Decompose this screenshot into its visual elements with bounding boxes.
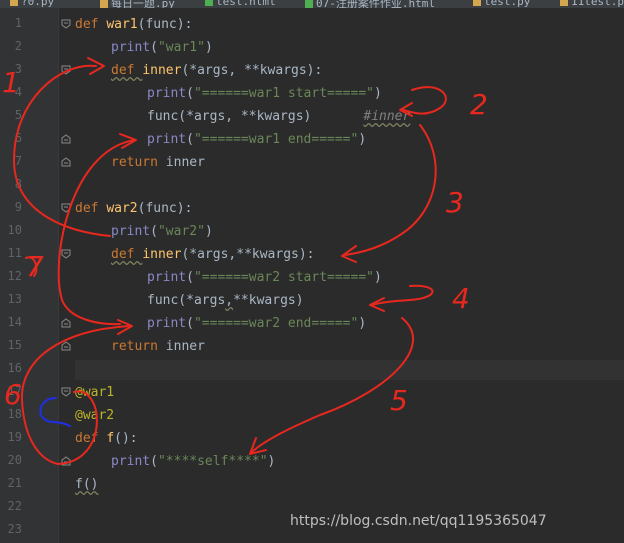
arrow-1 [13,64,111,237]
arrow-6 [20,325,131,465]
annotation-number: 7 [26,250,44,283]
arrowhead-2 [399,102,413,117]
annotation-overlay: 1 2 3 4 5 6 7 [2,57,488,465]
annotation-labels: 1 2 3 4 5 6 7 [2,66,488,417]
annotation-arrows [13,57,447,465]
arrow-2 [402,86,447,115]
arrow-6-return [57,390,98,465]
annotation-number: 2 [470,88,488,121]
annotation-number: 3 [446,186,464,219]
arrow-4 [371,284,434,306]
annotation-number: 5 [390,384,408,417]
arrow-5 [251,317,414,453]
arrow-7 [57,139,136,326]
annotation-number: 4 [452,282,470,315]
annotation-number: 6 [4,378,22,411]
annotation-number: 1 [2,66,20,99]
arrow-3 [344,124,437,256]
bracket-mark [39,397,71,427]
watermark: https://blog.csdn.net/qq1195365047 [290,513,547,529]
